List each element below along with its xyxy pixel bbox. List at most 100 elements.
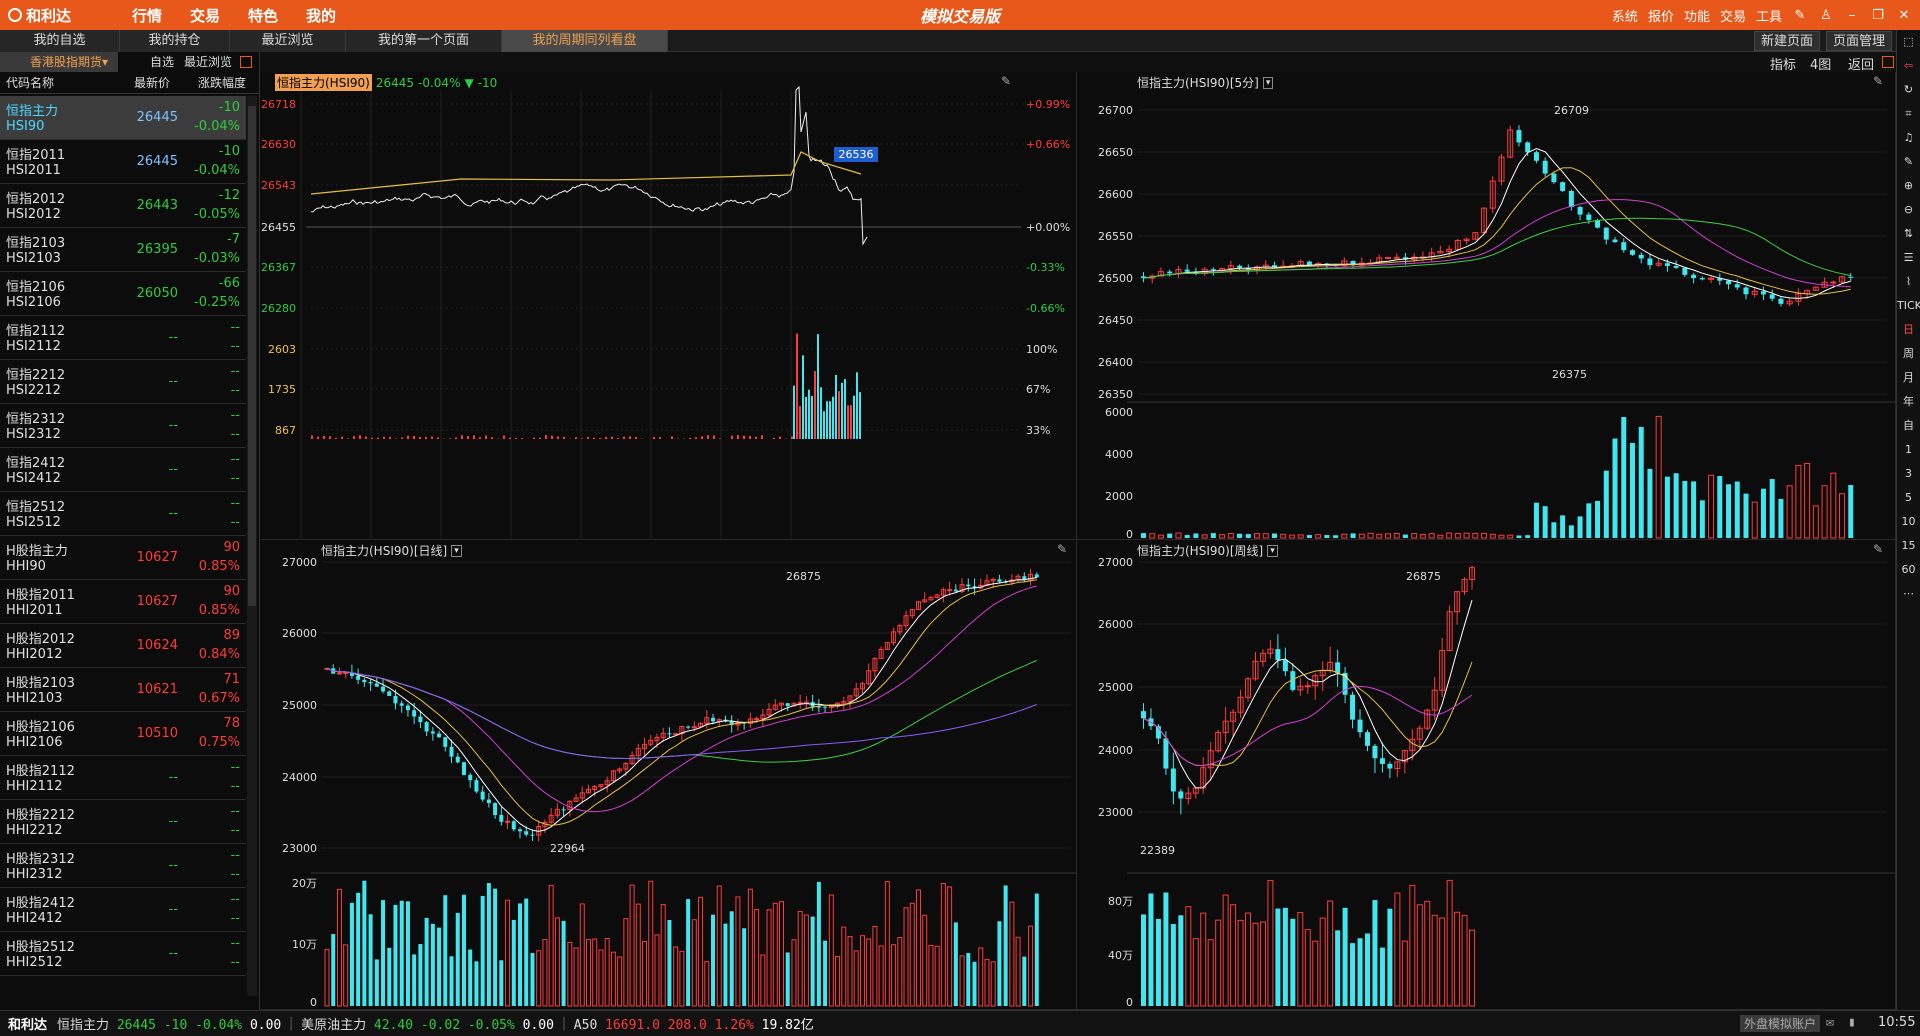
shirt-icon[interactable]: ♙	[1818, 8, 1834, 23]
rb-60min[interactable]: 60	[1897, 558, 1920, 582]
four-charts-button[interactable]: 4图	[1810, 54, 1831, 73]
menu-market[interactable]: 行情	[118, 5, 176, 26]
volume-bar	[1664, 476, 1670, 538]
zoom-in-icon[interactable]: ⊕	[1897, 174, 1920, 198]
rb-month[interactable]: 月	[1897, 366, 1920, 390]
quote-row[interactable]: 恒指2412 HSI2412 -- -- --	[0, 448, 246, 492]
rb-5min[interactable]: 5	[1897, 486, 1920, 510]
tab-period-view[interactable]: 我的周期同列看盘	[502, 30, 668, 52]
quote-row[interactable]: H股指2212 HHI2212 -- -- --	[0, 800, 246, 844]
account-badge[interactable]: 外盘模拟账户	[1740, 1015, 1821, 1032]
rb-tick[interactable]: TICK	[1897, 294, 1920, 318]
page-manage-button[interactable]: 页面管理	[1826, 31, 1893, 51]
quote-row[interactable]: H股指2112 HHI2112 -- -- --	[0, 756, 246, 800]
quote-row[interactable]: 恒指2112 HSI2112 -- -- --	[0, 316, 246, 360]
quote-row[interactable]: 恒指主力 HSI90 26445 -10 -0.04%	[0, 96, 246, 140]
col-name[interactable]: 代码名称	[0, 72, 134, 93]
menu-trade[interactable]: 交易	[176, 5, 234, 26]
quote-code: HSI2512	[6, 515, 61, 530]
weekly-chart[interactable]: 27000 26000 25000 24000 23000 80万 40万 0 26875 223…	[1077, 540, 1896, 1010]
edit-icon[interactable]: ✎	[1792, 8, 1808, 23]
quote-row[interactable]: H股指2512 HHI2512 -- -- --	[0, 932, 246, 976]
quote-change: --	[230, 452, 240, 467]
list-icon[interactable]: ☰	[1897, 246, 1920, 270]
quote-row[interactable]: 恒指2512 HSI2512 -- -- --	[0, 492, 246, 536]
min5-chart-panel[interactable]: 恒指主力(HSI90)[5分] ▾ ✎ 26700 26650 26600 26550 2…	[1077, 72, 1896, 540]
tab-first-page[interactable]: 我的第一个页面	[346, 30, 502, 52]
menu-mine[interactable]: 我的	[292, 5, 350, 26]
quote-row[interactable]: H股指2012 HHI2012 10624 89 0.84%	[0, 624, 246, 668]
intraday-chart-panel[interactable]: 恒指主力(HSI90) 26445 -0.04% ▼ -10 ✎ 26718 26…	[261, 72, 1077, 540]
status-item[interactable]: A50 16691.0 208.0 1.26% 19.82亿	[574, 1014, 814, 1033]
refresh-icon[interactable]: ↻	[1897, 78, 1920, 102]
new-page-button[interactable]: 新建页面	[1754, 31, 1821, 51]
quote-row[interactable]: H股指主力 HHI90 10627 90 0.85%	[0, 536, 246, 580]
quote-row[interactable]: 恒指2212 HSI2212 -- -- --	[0, 360, 246, 404]
back-arrow-icon[interactable]: ⇦	[1897, 54, 1920, 78]
tab-positions[interactable]: 我的持仓	[120, 30, 230, 52]
quote-row[interactable]: 恒指2312 HSI2312 -- -- --	[0, 404, 246, 448]
panel-toggle-icon[interactable]	[1882, 56, 1894, 68]
bell-icon[interactable]: ♫	[1897, 126, 1920, 150]
volume-bar	[872, 925, 878, 1007]
daily-chart[interactable]: 27000 26000 25000 24000 23000 20万 10万 0 26875 229…	[261, 540, 1077, 1010]
back-button[interactable]: 返回	[1848, 54, 1874, 73]
close-icon[interactable]: ✕	[1896, 8, 1912, 23]
quote-row[interactable]: H股指2011 HHI2011 10627 90 0.85%	[0, 580, 246, 624]
rb-10min[interactable]: 10	[1897, 510, 1920, 534]
quote-row[interactable]: 恒指2012 HSI2012 26443 -12 -0.05%	[0, 184, 246, 228]
quote-row[interactable]: H股指2312 HHI2312 -- -- --	[0, 844, 246, 888]
daily-chart-panel[interactable]: 恒指主力(HSI90)[日线] ▾ ✎ 27000 26000 25000 24000 2…	[261, 540, 1077, 1010]
sort-icon[interactable]: ⇅	[1897, 222, 1920, 246]
volume-bar	[1812, 505, 1819, 539]
volume-bar	[1271, 533, 1277, 538]
indicator-button[interactable]: 指标	[1770, 54, 1796, 73]
quote-row[interactable]: H股指2412 HHI2412 -- -- --	[0, 888, 246, 932]
status-item[interactable]: 美原油主力 42.40 -0.02 -0.05% 0.00	[301, 1014, 554, 1033]
restore-icon[interactable]: ❐	[1870, 8, 1886, 23]
pen-icon[interactable]: ✎	[1897, 150, 1920, 174]
quote-row[interactable]: 恒指2103 HSI2103 26395 -7 -0.03%	[0, 228, 246, 272]
menu-trading[interactable]: 交易	[1720, 6, 1746, 25]
tab-watchlist[interactable]: 我的自选	[0, 30, 120, 52]
col-price[interactable]: 最新价	[134, 72, 186, 93]
volume-bar	[823, 411, 825, 439]
list-scrollbar[interactable]	[247, 96, 257, 996]
rb-15min[interactable]: 15	[1897, 534, 1920, 558]
quote-price: 10510	[136, 726, 178, 741]
filter-recent[interactable]: 最近浏览	[184, 52, 232, 72]
weekly-chart-panel[interactable]: 恒指主力(HSI90)[周线] ▾ ✎ 27000 26000 25000 24000 2…	[1077, 540, 1896, 1010]
menu-tools[interactable]: 工具	[1756, 6, 1782, 25]
quote-row[interactable]: 恒指2106 HSI2106 26050 -66 -0.25%	[0, 272, 246, 316]
minimize-icon[interactable]: –	[1844, 8, 1860, 23]
quote-row[interactable]: 恒指2011 HSI2011 26445 -10 -0.04%	[0, 140, 246, 184]
rb-custom[interactable]: 自	[1897, 414, 1920, 438]
rb-1min[interactable]: 1	[1897, 438, 1920, 462]
col-change[interactable]: 涨跌幅度	[186, 72, 246, 93]
filter-watchlist[interactable]: 自选	[150, 52, 174, 72]
menu-quote[interactable]: 报价	[1648, 6, 1674, 25]
rb-year[interactable]: 年	[1897, 390, 1920, 414]
menu-system[interactable]: 系统	[1612, 6, 1638, 25]
status-item[interactable]: 恒指主力 26445 -10 -0.04% 0.00	[57, 1014, 281, 1033]
rb-day[interactable]: 日	[1897, 318, 1920, 342]
rb-more[interactable]: ⋯	[1897, 582, 1920, 606]
cursor-icon[interactable]: ⬚	[1897, 30, 1920, 54]
rb-3min[interactable]: 3	[1897, 462, 1920, 486]
menu-feature[interactable]: 特色	[234, 5, 292, 26]
quote-row[interactable]: H股指2106 HHI2106 10510 78 0.75%	[0, 712, 246, 756]
intraday-chart[interactable]: 26718 26630 26543 26455 26367 26280 2603 1735 86…	[261, 72, 1077, 540]
tab-recent[interactable]: 最近浏览	[230, 30, 346, 52]
menu-function[interactable]: 功能	[1684, 6, 1710, 25]
zoom-out-icon[interactable]: ⊖	[1897, 198, 1920, 222]
quote-row[interactable]: H股指2103 HHI2103 10621 71 0.67%	[0, 668, 246, 712]
category-dropdown[interactable]: 香港股指期货▾	[0, 52, 118, 72]
chat-icon[interactable]: ✉	[1826, 1015, 1834, 1030]
rb-week[interactable]: 周	[1897, 342, 1920, 366]
volume-bar	[805, 396, 807, 439]
scroll-thumb[interactable]	[248, 106, 256, 606]
filter-checkbox[interactable]	[240, 56, 253, 68]
crop-icon[interactable]: ⌗	[1897, 102, 1920, 126]
min5-chart[interactable]: 26700 26650 26600 26550 26500 26450 26400 26350…	[1077, 72, 1896, 540]
chart-icon[interactable]: ⌇	[1897, 270, 1920, 294]
